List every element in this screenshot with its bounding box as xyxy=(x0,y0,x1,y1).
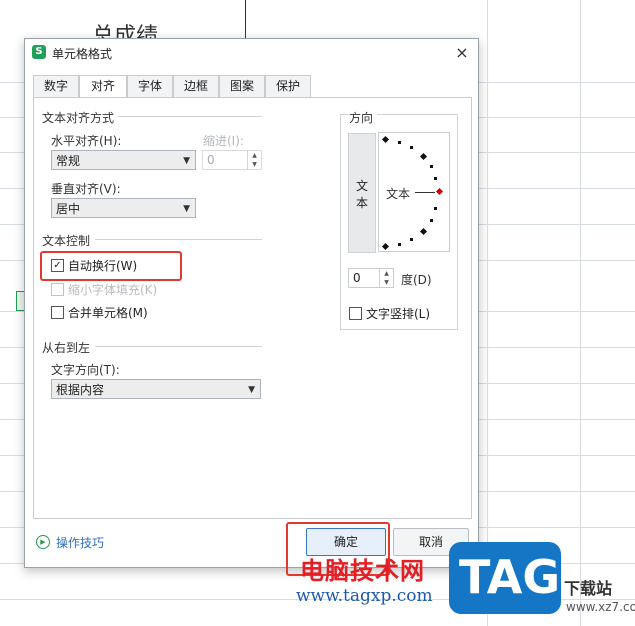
vertical-align-select[interactable]: 居中 ▼ xyxy=(51,198,196,218)
shrink-to-fit-label: 缩小字体填充(K) xyxy=(68,283,158,297)
tab-border[interactable]: 边框 xyxy=(173,75,219,98)
dialog-title: 单元格格式 xyxy=(52,47,113,61)
dial-mark xyxy=(434,207,437,210)
tab-pattern[interactable]: 图案 xyxy=(219,75,265,98)
group-divider xyxy=(95,239,262,240)
vertical-text-label: 文本 xyxy=(355,179,368,210)
text-direction-value: 根据内容 xyxy=(56,383,105,397)
watermark-cn-text: 电脑技术网 xyxy=(300,557,425,585)
vertical-layout-label[interactable]: 文字竖排(L) xyxy=(366,305,430,322)
tab-number[interactable]: 数字 xyxy=(33,75,79,98)
text-control-group: 文本控制 xyxy=(42,232,95,249)
close-icon[interactable]: × xyxy=(452,43,472,63)
degrees-value: 0 xyxy=(353,271,361,285)
grid-line xyxy=(245,0,246,40)
chevron-down-icon: ▼ xyxy=(248,385,255,395)
indent-label: 缩进(I): xyxy=(203,134,244,148)
dial-mark xyxy=(434,177,437,180)
group-divider xyxy=(115,116,262,117)
shrink-to-fit-checkbox[interactable] xyxy=(51,283,64,296)
text-direction-label: 文字方向(T): xyxy=(51,363,120,377)
indent-value: 0 xyxy=(207,153,215,167)
chevron-down-icon: ▼ xyxy=(183,204,190,214)
horizontal-align-value: 常规 xyxy=(56,154,81,168)
vertical-align-value: 居中 xyxy=(56,202,81,216)
dial-mark xyxy=(410,238,413,241)
highlight-box xyxy=(40,251,182,281)
watermark-site: www.xz7.com xyxy=(566,600,635,614)
merge-cells-label[interactable]: 合并单元格(M) xyxy=(68,304,148,321)
dial-mark xyxy=(430,219,433,222)
wps-app-icon: S xyxy=(32,45,46,59)
text-alignment-group: 文本对齐方式 xyxy=(42,109,119,126)
degrees-label: 度(D) xyxy=(401,273,432,287)
tab-alignment[interactable]: 对齐 xyxy=(79,75,127,99)
horizontal-align-select[interactable]: 常规 ▼ xyxy=(51,150,196,170)
vertical-align-label: 垂直对齐(V): xyxy=(51,182,121,196)
rtl-group: 从右到左 xyxy=(42,339,95,356)
stepper-arrows-icon: ▲ ▼ xyxy=(247,151,261,169)
dial-needle xyxy=(415,192,435,193)
dial-mark xyxy=(398,141,401,144)
indent-stepper[interactable]: 0 ▲ ▼ xyxy=(202,150,262,170)
horizontal-align-label: 水平对齐(H): xyxy=(51,134,122,148)
vertical-layout-checkbox[interactable] xyxy=(349,307,362,320)
dialog-titlebar: S 单元格格式 × xyxy=(25,39,478,67)
dial-mark xyxy=(430,165,433,168)
play-icon: ▶ xyxy=(36,535,50,549)
dial-text: 文本 xyxy=(386,187,411,201)
orientation-group: 方向 xyxy=(349,109,378,126)
tab-font[interactable]: 字体 xyxy=(127,75,173,98)
dial-mark xyxy=(410,146,413,149)
degrees-stepper[interactable]: 0 ▲ ▼ xyxy=(348,268,394,288)
watermark-url: www.tagxp.com xyxy=(296,586,433,606)
tips-link[interactable]: 操作技巧 xyxy=(56,534,104,551)
watermark-download-text: 下载站 xyxy=(564,579,613,598)
group-divider xyxy=(95,346,262,347)
vertical-text-button[interactable]: 文本 xyxy=(348,133,376,253)
text-direction-select[interactable]: 根据内容 ▼ xyxy=(51,379,261,399)
merge-cells-checkbox[interactable] xyxy=(51,306,64,319)
grid-line xyxy=(580,0,581,626)
dial-mark xyxy=(398,243,401,246)
stepper-arrows-icon: ▲ ▼ xyxy=(379,269,393,287)
watermark-tag-text: TAG xyxy=(459,550,561,604)
chevron-down-icon: ▼ xyxy=(183,156,190,166)
tab-protection[interactable]: 保护 xyxy=(265,75,311,98)
grid-line xyxy=(487,0,488,626)
